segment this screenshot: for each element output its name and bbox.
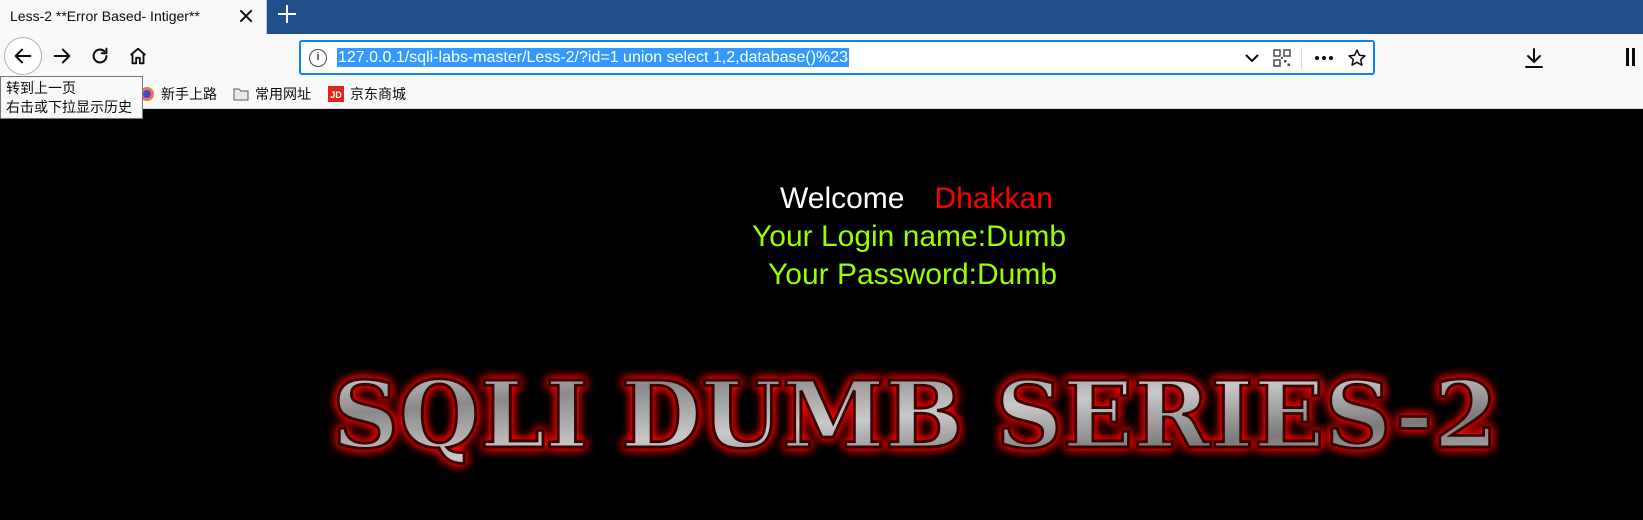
active-tab[interactable]: Less-2 **Error Based- Intiger** (0, 0, 267, 34)
tooltip-line: 转到上一页 (6, 80, 76, 96)
qr-code-icon[interactable] (1273, 49, 1291, 67)
url-bar-divider (1301, 47, 1302, 69)
user-name: Dhakkan (934, 182, 1053, 215)
welcome-message: Welcome Dhakkan (780, 181, 1053, 217)
reload-icon (92, 47, 108, 64)
series-banner: SQLI DUMB SERIES-2 (331, 360, 1500, 471)
reload-button[interactable] (82, 38, 118, 74)
bookmark-star-icon[interactable] (1347, 48, 1367, 68)
tooltip-line: 右击或下拉显示历史 (6, 99, 132, 115)
address-bar[interactable]: i 127.0.0.1/sqli-labs-master/Less-2/?id=… (300, 41, 1374, 74)
forward-arrow-icon (53, 48, 71, 64)
close-icon[interactable] (236, 6, 256, 26)
library-icon[interactable] (1624, 44, 1643, 70)
page-content: Welcome Dhakkan Your Login name:Dumb Your… (0, 109, 1643, 520)
jd-icon: JD (328, 86, 344, 102)
password-line: Your Password:Dumb (768, 258, 1058, 291)
banner-title: SQLI DUMB SERIES-2 (332, 361, 1498, 469)
bookmark-label: 京东商城 (350, 86, 406, 102)
bookmark-folder-common-sites[interactable]: 常用网址 (233, 85, 311, 103)
folder-icon (233, 88, 249, 101)
svg-text:JD: JD (330, 90, 342, 100)
url-text[interactable]: 127.0.0.1/sqli-labs-master/Less-2/?id=1 … (337, 48, 850, 67)
home-button[interactable] (120, 38, 156, 74)
navigation-toolbar: i 127.0.0.1/sqli-labs-master/Less-2/?id=… (0, 34, 1643, 78)
bookmark-item-jd[interactable]: JD 京东商城 (328, 85, 406, 103)
new-tab-plus-icon[interactable] (276, 3, 298, 25)
page-actions-more-icon[interactable] (1313, 50, 1335, 66)
download-icon[interactable] (1522, 46, 1546, 70)
forward-button[interactable] (44, 38, 80, 74)
bookmark-label: 常用网址 (255, 86, 311, 102)
bookmark-item-getting-started[interactable]: 新手上路 (139, 85, 217, 103)
tab-strip: Less-2 **Error Based- Intiger** (0, 0, 1643, 34)
login-name-line: Your Login name:Dumb (752, 220, 1067, 253)
back-arrow-icon (14, 48, 32, 64)
tab-title: Less-2 **Error Based- Intiger** (10, 8, 200, 24)
back-button[interactable] (4, 37, 42, 75)
bookmarks-toolbar: 新手上路 常用网址 JD 京东商城 (0, 78, 1643, 109)
home-icon (130, 47, 146, 65)
chevron-down-icon[interactable] (1244, 50, 1260, 66)
welcome-text: Welcome (780, 182, 905, 215)
back-button-tooltip: 转到上一页 右击或下拉显示历史 (0, 76, 143, 119)
bookmark-label: 新手上路 (161, 86, 217, 102)
site-info-icon[interactable]: i (309, 49, 327, 67)
